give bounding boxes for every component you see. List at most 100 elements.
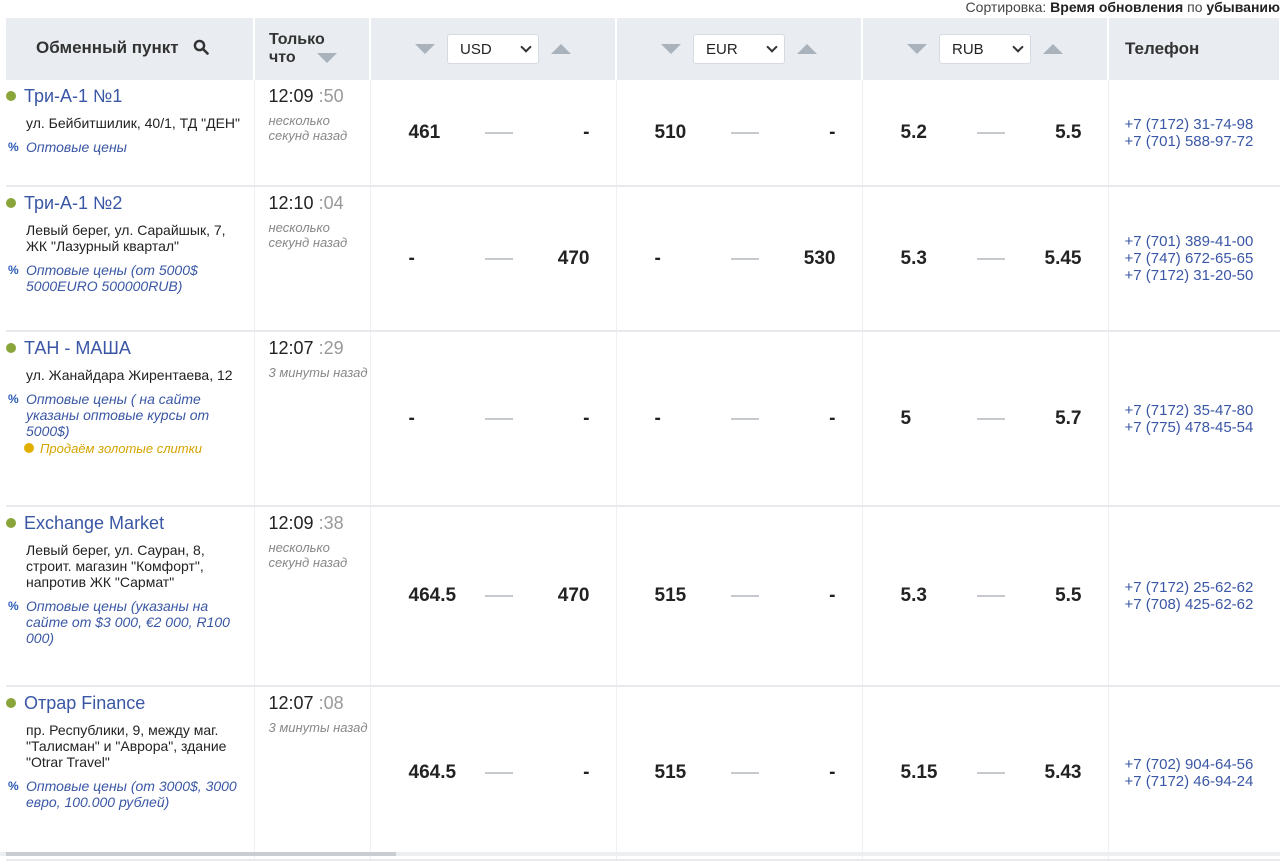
percent-icon: %: [8, 263, 19, 277]
phone-link[interactable]: +7 (7172) 46-94-24: [1125, 773, 1280, 790]
wholesale-text: Оптовые цены (от 3000$, 3000 евро, 100.0…: [26, 778, 237, 810]
rate-dash: [485, 417, 513, 420]
sort-field-link[interactable]: Время обновления: [1050, 0, 1183, 15]
time-cell: 12:09 :38 несколько секунд назад: [254, 506, 371, 687]
rub-sort-desc-icon[interactable]: [907, 44, 927, 54]
point-address: ул. Жанайдара Жирентаева, 12: [26, 367, 233, 383]
rate-cell-usd: 464.5 470: [370, 506, 617, 687]
chevron-down-icon: [520, 41, 532, 53]
rate-dash: [977, 257, 1005, 260]
rate-sell: 5.43: [1044, 762, 1082, 783]
phone-link[interactable]: +7 (7172) 35-47-80: [1125, 402, 1280, 419]
rate-cell-rub: 5 5.7: [862, 331, 1109, 507]
rate-sell: 5.45: [1044, 247, 1082, 269]
wholesale-link[interactable]: % Оптовые цены (указаны на сайте от $3 00…: [6, 598, 248, 646]
gold-dot-icon: [24, 443, 34, 453]
update-time-sec: :38: [318, 513, 344, 533]
rate-sell: 470: [557, 585, 590, 606]
rub-sort-asc-icon[interactable]: [1043, 44, 1063, 54]
rate-sell: 470: [557, 247, 590, 269]
wholesale-link[interactable]: % Оптовые цены (от 3000$, 3000 евро, 100.…: [6, 778, 248, 810]
point-name-link[interactable]: ТАН - МАША: [6, 337, 248, 359]
update-ago: несколько секунд назад: [268, 220, 348, 250]
phone-link[interactable]: +7 (708) 425-62-62: [1125, 596, 1280, 613]
phone-link[interactable]: +7 (7172) 31-20-50: [1125, 267, 1280, 284]
rate-buy: 515: [654, 762, 687, 783]
time-cell: 12:10 :04 несколько секунд назад: [254, 186, 371, 332]
rate-buy: 5.3: [900, 247, 927, 269]
percent-icon: %: [8, 140, 19, 154]
table-row: Отрар Finance пр. Республики, 9, между м…: [6, 686, 1280, 861]
rate-buy: 461: [408, 121, 441, 143]
sort-label: Сортировка:: [965, 0, 1047, 15]
wholesale-link[interactable]: % Оптовые цены ( на сайте указаны оптовые…: [6, 391, 248, 439]
rate-cell-usd: 461 -: [370, 80, 617, 187]
update-ago: 3 минуты назад: [268, 720, 368, 735]
rate-cell-eur: 515 -: [616, 506, 863, 687]
rate-sell: 5.7: [1055, 407, 1082, 429]
update-time: 12:07 :08: [269, 692, 370, 714]
phone-link[interactable]: +7 (7172) 25-62-62: [1125, 579, 1280, 596]
point-name-link[interactable]: Три-А-1 №2: [6, 192, 248, 214]
rate-sell: 5.5: [1055, 585, 1082, 606]
header-usd: USD: [370, 18, 617, 80]
scrollbar-thumb[interactable]: [6, 852, 396, 856]
usd-currency-select[interactable]: USD: [447, 34, 539, 64]
gold-note: Продаём золотые слитки: [24, 441, 248, 456]
table-row: ТАН - МАША ул. Жанайдара Жирентаева, 12 …: [6, 331, 1280, 507]
update-ago: несколько секунд назад: [268, 540, 348, 570]
phone-link[interactable]: +7 (775) 478-45-54: [1125, 419, 1280, 436]
rate-buy: 464.5: [408, 762, 457, 783]
header-phone-label: Телефон: [1125, 39, 1200, 58]
point-name: Отрар Finance: [24, 693, 146, 713]
horizontal-scrollbar[interactable]: [0, 852, 1280, 856]
rate-sell: -: [829, 121, 836, 143]
header-eur: EUR: [616, 18, 863, 80]
update-time-hm: 12:09: [268, 513, 314, 533]
rate-buy: 5.2: [900, 121, 927, 143]
sort-order-link[interactable]: убыванию: [1206, 0, 1280, 15]
usd-sort-asc-icon[interactable]: [551, 44, 571, 54]
rate-buy: 464.5: [408, 585, 457, 606]
eur-select-value: EUR: [706, 40, 738, 58]
point-name: Три-А-1 №2: [24, 193, 123, 213]
phone-link[interactable]: +7 (702) 904-64-56: [1125, 756, 1280, 773]
eur-sort-desc-icon[interactable]: [661, 44, 681, 54]
usd-sort-desc-icon[interactable]: [415, 44, 435, 54]
rate-buy: -: [654, 407, 661, 429]
point-name-link[interactable]: Exchange Market: [6, 512, 248, 534]
eur-sort-asc-icon[interactable]: [797, 44, 817, 54]
point-address: Левый берег, ул. Сауран, 8, строит. мага…: [26, 542, 205, 590]
rate-dash: [731, 595, 759, 597]
point-name-link[interactable]: Отрар Finance: [6, 692, 248, 714]
update-ago: несколько секунд назад: [268, 113, 348, 143]
time-sort-desc-icon[interactable]: [317, 53, 337, 63]
phone-link[interactable]: +7 (701) 588-97-72: [1125, 133, 1280, 150]
point-cell: Отрар Finance пр. Республики, 9, между м…: [6, 686, 255, 861]
phone-link[interactable]: +7 (747) 672-65-65: [1125, 250, 1280, 267]
search-icon[interactable]: [193, 39, 210, 60]
update-time: 12:09 :38: [269, 512, 370, 534]
gold-note-text: Продаём золотые слитки: [40, 441, 202, 456]
rate-sell: -: [583, 762, 590, 783]
header-exchange-point[interactable]: Обменный пункт: [6, 18, 255, 80]
time-cell: 12:07 :29 3 минуты назад: [254, 331, 371, 507]
rub-currency-select[interactable]: RUB: [939, 34, 1031, 64]
phone-link[interactable]: +7 (701) 389-41-00: [1125, 233, 1280, 250]
chevron-down-icon: [766, 41, 778, 53]
rate-sell: -: [583, 407, 590, 429]
rate-dash: [731, 772, 759, 774]
point-name-link[interactable]: Три-А-1 №1: [6, 85, 248, 107]
rate-dash: [731, 257, 759, 260]
header-point-label: Обменный пункт: [36, 38, 179, 57]
update-time-sec: :04: [318, 193, 344, 213]
update-time: 12:07 :29: [269, 337, 370, 359]
percent-icon: %: [8, 392, 19, 406]
eur-currency-select[interactable]: EUR: [693, 34, 785, 64]
wholesale-text: Оптовые цены (указаны на сайте от $3 000…: [26, 598, 230, 646]
phone-link[interactable]: +7 (7172) 31-74-98: [1125, 116, 1280, 133]
wholesale-link[interactable]: % Оптовые цены: [6, 139, 248, 155]
phone-cell: +7 (7172) 25-62-62 +7 (708) 425-62-62: [1108, 506, 1280, 687]
header-time-sort[interactable]: Только что: [254, 18, 371, 80]
wholesale-link[interactable]: % Оптовые цены (от 5000$ 5000EURO 500000R…: [6, 262, 248, 294]
